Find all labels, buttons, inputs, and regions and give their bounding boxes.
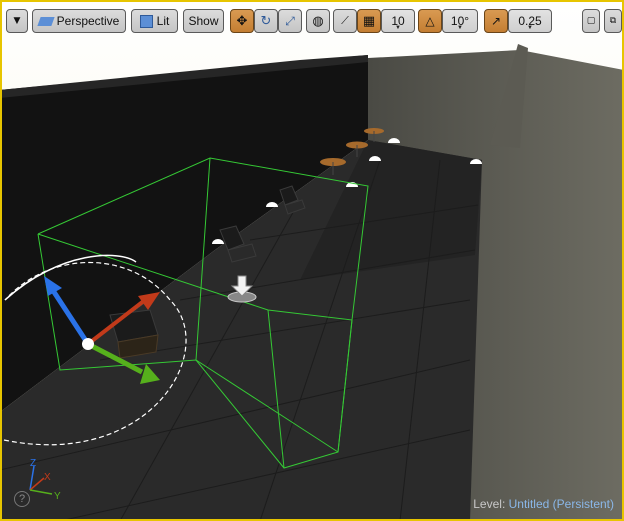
editor-viewport[interactable]: Z X Y ▼ Perspective Lit Show ✥ ↻ ⤢ ◍ ⟋ ▦… — [0, 0, 624, 521]
caret-down-icon: ▼ — [527, 25, 533, 31]
level-name: Untitled (Persistent) — [508, 497, 614, 511]
grid-snap-toggle[interactable]: ▦ — [357, 9, 381, 33]
help-icon[interactable]: ? — [14, 491, 30, 507]
move-arrows-icon: ✥ — [236, 13, 248, 29]
rotate-icon: ↻ — [260, 13, 272, 29]
scale-icon: ⤢ — [285, 13, 295, 28]
gizmo-center — [82, 338, 94, 350]
scene-view[interactable]: Z X Y — [0, 0, 624, 521]
scale-snap-value[interactable]: 0.25 ▼ — [508, 9, 552, 33]
axis-y-label: Y — [54, 491, 61, 502]
translate-tool-button[interactable]: ✥ — [230, 9, 254, 33]
surface-snap-button[interactable]: ⟋ — [333, 9, 357, 33]
camera-icon: ▢ — [586, 16, 596, 26]
viewport-toolbar: ▼ Perspective Lit Show ✥ ↻ ⤢ ◍ ⟋ ▦ 10 ▼ … — [2, 2, 622, 40]
grid-icon: ▦ — [362, 13, 376, 29]
caret-down-icon: ▼ — [395, 25, 401, 31]
perspective-label: Perspective — [56, 14, 120, 28]
caret-down-icon: ▼ — [457, 25, 463, 31]
rotation-snap-toggle[interactable]: △ — [418, 9, 442, 33]
world-local-toggle[interactable]: ◍ — [306, 9, 330, 33]
perspective-icon — [37, 16, 55, 26]
globe-icon: ◍ — [312, 13, 324, 29]
scale-snap-icon: ↗ — [490, 14, 502, 28]
show-button[interactable]: Show — [183, 9, 224, 33]
camera-speed-button[interactable]: ▢ — [582, 9, 600, 33]
grid-snap-value[interactable]: 10 ▼ — [381, 9, 415, 33]
show-label: Show — [188, 14, 219, 28]
angle-icon: △ — [425, 14, 435, 28]
viewport-options-button[interactable]: ▼ — [6, 9, 28, 33]
level-prefix: Level: — [473, 497, 506, 511]
lit-button[interactable]: Lit — [131, 9, 178, 33]
level-indicator: Level: Untitled (Persistent) — [473, 497, 614, 511]
maximize-icon: ⧉ — [609, 16, 617, 26]
lit-label: Lit — [156, 14, 170, 28]
axis-z-label: Z — [30, 458, 36, 469]
rotation-snap-value[interactable]: 10° ▼ — [442, 9, 478, 33]
chevron-down-icon: ▼ — [13, 16, 21, 26]
scale-tool-button[interactable]: ⤢ — [278, 9, 302, 33]
perspective-button[interactable]: Perspective — [32, 9, 126, 33]
rotate-tool-button[interactable]: ↻ — [254, 9, 278, 33]
surface-snap-icon: ⟋ — [341, 14, 349, 27]
scale-snap-toggle[interactable]: ↗ — [484, 9, 508, 33]
lit-cube-icon — [139, 14, 153, 28]
axis-x-label: X — [44, 472, 51, 483]
maximize-viewport-button[interactable]: ⧉ — [604, 9, 622, 33]
